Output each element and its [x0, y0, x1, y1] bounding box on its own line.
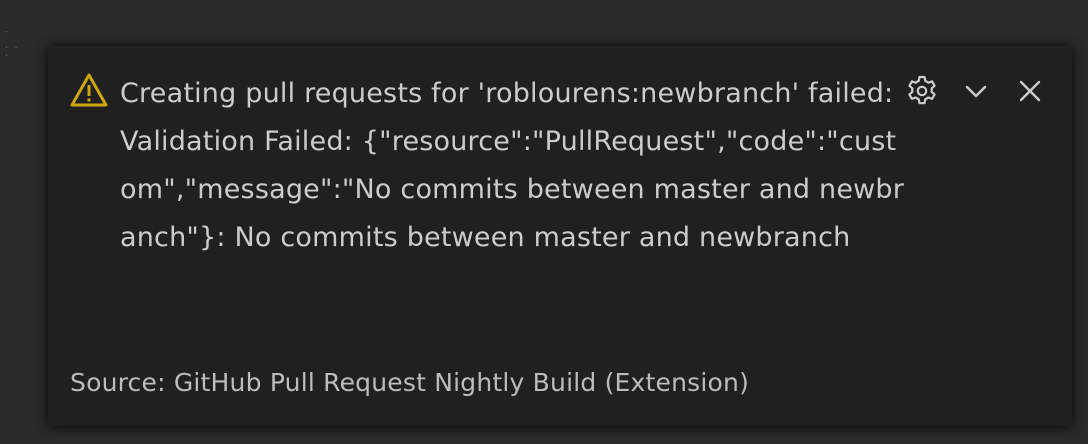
gutter-mark: -: [4, 27, 9, 36]
configure-notification-button[interactable]: [902, 74, 942, 112]
warning-icon: [70, 72, 108, 108]
notification-source: Source: GitHub Pull Request Nightly Buil…: [70, 368, 750, 397]
notification-toast: Creating pull requests for 'roblourens:n…: [48, 46, 1072, 426]
notification-message: Creating pull requests for 'roblourens:n…: [120, 78, 905, 253]
gutter-mark: · · ·: [4, 43, 19, 60]
notification-actions: [902, 74, 1050, 112]
gear-icon: [905, 74, 939, 112]
collapse-notification-button[interactable]: [956, 74, 996, 112]
close-notification-button[interactable]: [1010, 74, 1050, 112]
close-icon: [1017, 78, 1043, 108]
chevron-down-icon: [962, 77, 990, 109]
